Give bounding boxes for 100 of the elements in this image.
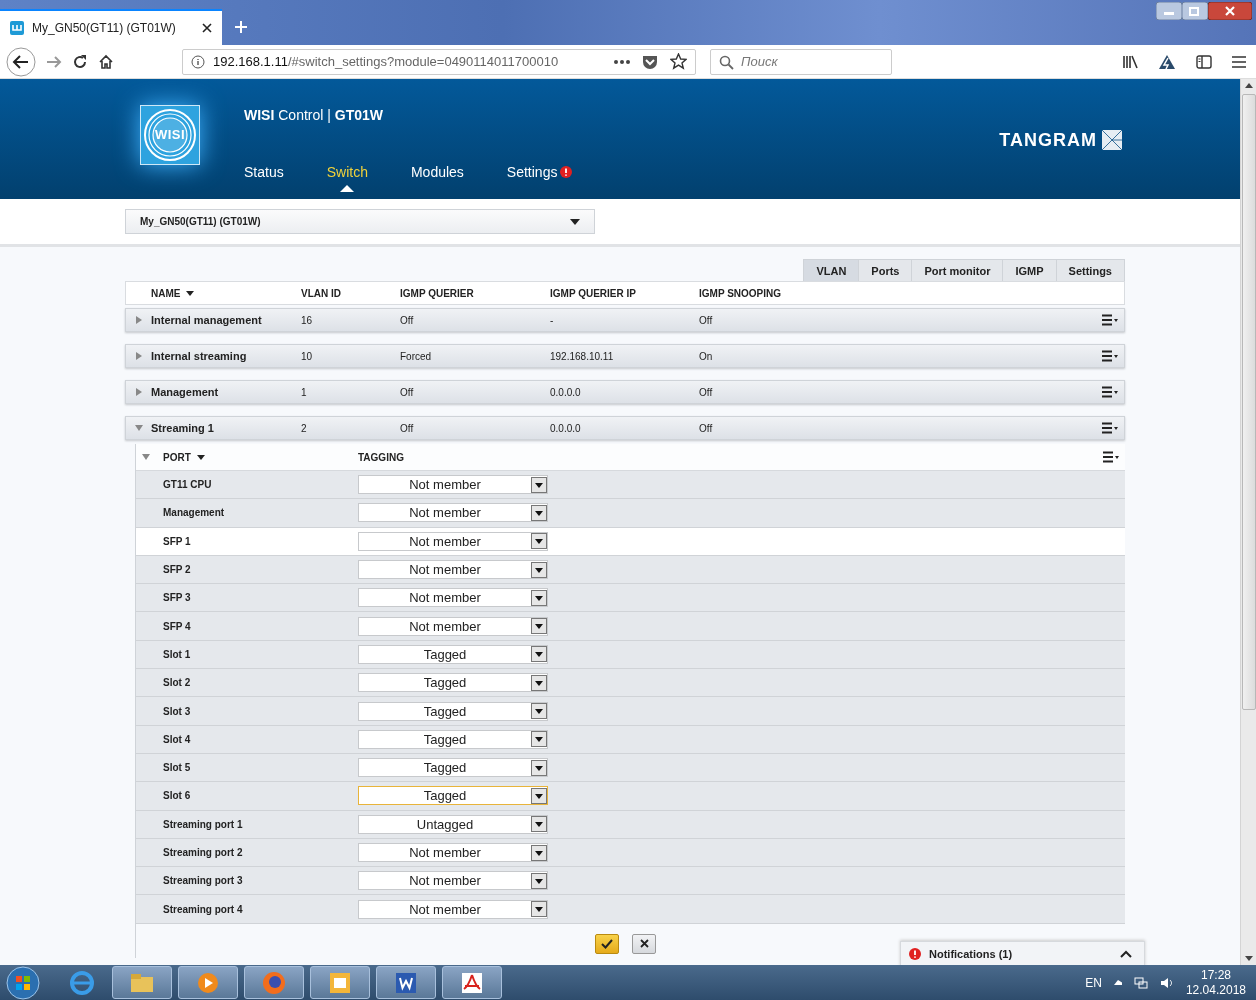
row-menu-icon[interactable]: [1102, 314, 1118, 326]
volume-icon[interactable]: [1159, 976, 1174, 989]
expand-icon[interactable]: [135, 316, 143, 324]
tagging-dropdown[interactable]: Not member: [358, 560, 548, 580]
tagging-dropdown[interactable]: Not member: [358, 475, 548, 495]
table-row[interactable]: Streaming port 3 Not member: [136, 867, 1125, 896]
tagging-dropdown[interactable]: Not member: [358, 588, 548, 608]
table-row[interactable]: Internal streaming 10 Forced 192.168.10.11 On: [125, 344, 1125, 368]
tab[interactable]: VLAN: [803, 259, 860, 281]
tagging-dropdown[interactable]: Tagged: [358, 644, 548, 664]
table-row[interactable]: Slot 4 Tagged: [136, 725, 1125, 754]
tagging-dropdown[interactable]: Not member: [358, 871, 548, 891]
tagging-dropdown[interactable]: Untagged: [358, 814, 548, 834]
collapse-icon[interactable]: [142, 453, 150, 461]
tagging-dropdown[interactable]: Tagged: [358, 673, 548, 693]
sidebar-icon[interactable]: [1196, 54, 1212, 69]
nav-link[interactable]: Status: [244, 160, 284, 183]
table-row[interactable]: Slot 2 Tagged: [136, 669, 1125, 698]
more-icon[interactable]: [614, 58, 630, 65]
table-cell: Forced: [400, 350, 432, 362]
close-icon[interactable]: [202, 23, 212, 33]
tagging-dropdown[interactable]: Tagged: [358, 786, 548, 806]
expand-icon[interactable]: [135, 352, 143, 360]
tab[interactable]: IGMP: [1002, 259, 1057, 281]
table-row[interactable]: Streaming port 2 Not member: [136, 838, 1125, 868]
table-row[interactable]: Streaming port 4 Not member: [136, 895, 1125, 924]
reload-icon[interactable]: [72, 53, 88, 70]
row-menu-icon[interactable]: [1103, 451, 1119, 463]
column-header[interactable]: PORT: [163, 451, 205, 463]
table-row[interactable]: Management Not member: [136, 499, 1125, 528]
table-row[interactable]: Slot 3 Tagged: [136, 697, 1125, 726]
cancel-button[interactable]: [632, 933, 656, 954]
row-menu-icon[interactable]: [1102, 422, 1118, 434]
table-row[interactable]: Slot 5 Tagged: [136, 753, 1125, 783]
table-row[interactable]: Streaming port 1 Untagged: [136, 810, 1125, 839]
tab[interactable]: Settings: [1055, 259, 1125, 281]
start-icon[interactable]: [6, 965, 40, 1000]
table-cell: 10: [301, 350, 313, 362]
tagging-dropdown[interactable]: Tagged: [358, 729, 548, 749]
confirm-button[interactable]: [595, 933, 619, 954]
address-bar[interactable]: 192.168.1.11/#switch_settings?module=0490114011700010: [182, 48, 696, 75]
menu-icon[interactable]: [1232, 55, 1246, 68]
scroll-up-icon[interactable]: [1244, 83, 1253, 88]
scroll-down-icon[interactable]: [1244, 956, 1253, 961]
port-name: Streaming port 1: [163, 818, 243, 830]
table-row[interactable]: Slot 1 Tagged: [136, 640, 1125, 670]
new-tab-icon[interactable]: [234, 20, 248, 34]
table-cell: 16: [301, 314, 313, 326]
tab[interactable]: Port monitor: [911, 259, 1004, 281]
tagging-dropdown[interactable]: Not member: [358, 899, 548, 919]
tagging-dropdown[interactable]: Tagged: [358, 758, 548, 778]
back-icon[interactable]: [6, 46, 36, 77]
tab[interactable]: Ports: [858, 259, 913, 281]
table-cell: Internal streaming: [151, 350, 247, 362]
home-icon[interactable]: [98, 53, 114, 70]
port-name: Slot 3: [163, 705, 191, 717]
row-menu-icon[interactable]: [1102, 386, 1118, 398]
tagging-dropdown[interactable]: Not member: [358, 503, 548, 523]
tagging-dropdown[interactable]: Not member: [358, 616, 548, 636]
browser-tab[interactable]: My_GN50(GT11) (GT01W): [0, 9, 222, 45]
table-row[interactable]: SFP 4 Not member: [136, 612, 1125, 641]
table-row[interactable]: Management 1 Off 0.0.0.0 Off: [125, 380, 1125, 404]
nav-link[interactable]: Settings: [506, 160, 573, 183]
pocket-icon[interactable]: [642, 53, 658, 70]
device-dropdown[interactable]: My_GN50(GT11) (GT01W): [125, 209, 595, 234]
tagging-dropdown[interactable]: Tagged: [358, 701, 548, 721]
scrollbar[interactable]: [1240, 79, 1256, 965]
nav-link[interactable]: Modules: [410, 160, 464, 183]
row-menu-icon[interactable]: [1102, 350, 1118, 362]
table-row[interactable]: GT11 CPU Not member: [136, 471, 1125, 500]
star-icon[interactable]: [670, 53, 687, 70]
table-row[interactable]: Streaming 1 2 Off 0.0.0.0 Off: [125, 416, 1125, 440]
tray-arrow-icon[interactable]: [1113, 980, 1122, 985]
scroll-thumb[interactable]: [1241, 94, 1256, 710]
expand-icon[interactable]: [135, 388, 143, 396]
tagging-dropdown[interactable]: Not member: [358, 531, 548, 551]
notifications-bar[interactable]: Notifications (1): [900, 941, 1145, 965]
collapse-icon[interactable]: [135, 424, 143, 432]
table-row[interactable]: SFP 1 Not member: [136, 527, 1125, 556]
tagging-dropdown[interactable]: Not member: [358, 843, 548, 862]
sync-icon[interactable]: [1158, 53, 1176, 70]
close-icon[interactable]: [1208, 2, 1252, 20]
clock-time[interactable]: 17:28: [1200, 968, 1231, 983]
table-row[interactable]: SFP 2 Not member: [136, 555, 1125, 585]
port-name: SFP 2: [163, 564, 191, 576]
nav-link[interactable]: Switch: [326, 160, 368, 183]
column-header[interactable]: NAME: [151, 287, 195, 299]
library-icon[interactable]: [1122, 54, 1138, 69]
table-row[interactable]: SFP 3 Not member: [136, 584, 1125, 613]
table-row[interactable]: Internal management 16 Off - Off: [125, 308, 1125, 332]
minimize-icon[interactable]: [1156, 2, 1182, 20]
clock-date[interactable]: 12.04.2018: [1185, 983, 1246, 998]
port-name: SFP 1: [163, 535, 191, 547]
language-indicator[interactable]: EN: [1085, 975, 1102, 990]
network-icon[interactable]: [1133, 976, 1148, 989]
table-row[interactable]: Slot 6 Tagged: [136, 782, 1125, 811]
browser-icon[interactable]: [68, 968, 96, 997]
search-field[interactable]: Поиск: [710, 48, 892, 75]
forward-icon[interactable]: [46, 53, 62, 70]
restore-icon[interactable]: [1182, 2, 1208, 20]
